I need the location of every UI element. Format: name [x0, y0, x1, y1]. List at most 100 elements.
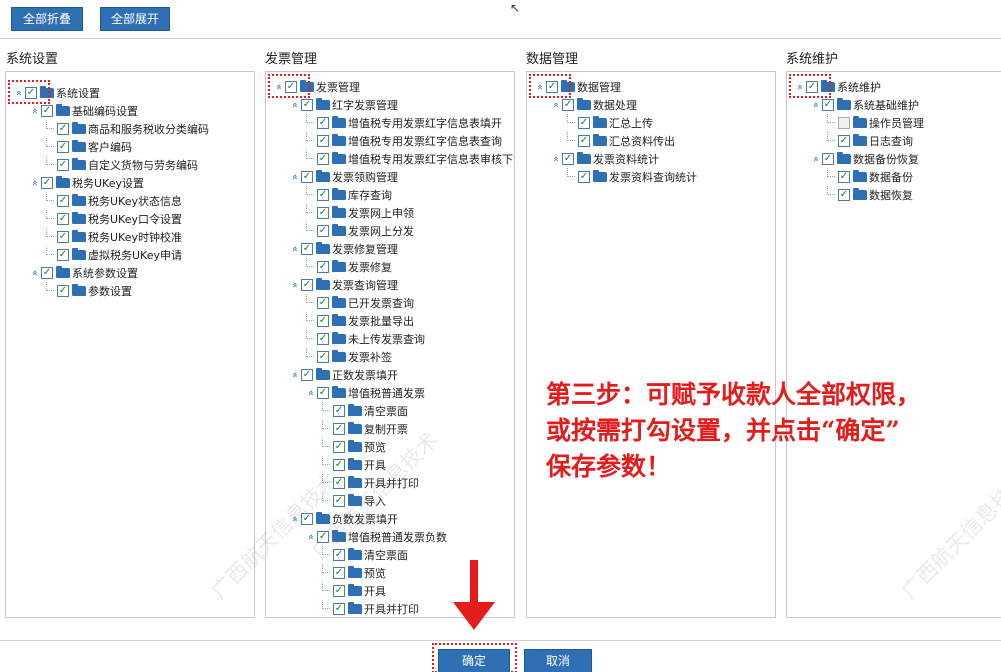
tree-node[interactable]: ✓ 商品和服务税收分类编码: [44, 120, 209, 138]
cancel-button[interactable]: 取消: [524, 649, 592, 672]
tree-node[interactable]: ✓ 操作员管理: [825, 114, 924, 132]
permission-checkbox[interactable]: ✓: [578, 171, 590, 183]
tree-node[interactable]: ✓ 已开发票查询: [304, 294, 414, 312]
tree-node[interactable]: «✓ 数据备份恢复: [809, 150, 919, 168]
tree-node[interactable]: ✓ 日志查询: [825, 132, 913, 150]
permission-checkbox[interactable]: ✓: [57, 231, 69, 243]
permission-checkbox[interactable]: ✓: [57, 159, 69, 171]
permission-checkbox[interactable]: ✓: [838, 189, 850, 201]
tree-node[interactable]: «✓ 发票修复管理: [288, 240, 398, 258]
tree-node[interactable]: ✓ 发票批量导出: [304, 312, 414, 330]
tree-node[interactable]: «✓ 系统参数设置: [28, 264, 138, 282]
permission-checkbox[interactable]: ✓: [317, 153, 329, 165]
permission-checkbox[interactable]: ✓: [317, 207, 329, 219]
permission-checkbox[interactable]: ✓: [317, 315, 329, 327]
collapse-toggle-icon[interactable]: «: [288, 279, 300, 291]
collapse-toggle-icon[interactable]: «: [28, 105, 40, 117]
collapse-toggle-icon[interactable]: «: [288, 243, 300, 255]
permission-checkbox[interactable]: ✓: [562, 99, 574, 111]
tree-node[interactable]: ✓ 税务UKey状态信息: [44, 192, 182, 210]
collapse-toggle-icon[interactable]: «: [304, 387, 316, 399]
permission-checkbox[interactable]: ✓: [301, 243, 313, 255]
permission-checkbox[interactable]: ✓: [57, 141, 69, 153]
tree-node[interactable]: «✓ 正数发票填开: [288, 366, 398, 384]
permission-checkbox[interactable]: ✓: [301, 99, 313, 111]
tree-node[interactable]: «✓ 发票领购管理: [288, 168, 398, 186]
collapse-toggle-icon[interactable]: «: [28, 267, 40, 279]
tree-node[interactable]: ✓ 开具并打印: [320, 600, 419, 617]
confirm-button[interactable]: 确定: [438, 649, 510, 672]
tree-node[interactable]: ✓ 参数设置: [44, 282, 132, 300]
tree-node[interactable]: ✓ 发票补签: [304, 348, 392, 366]
permission-checkbox[interactable]: ✓: [41, 105, 53, 117]
tree-node[interactable]: «✓ 税务UKey设置: [28, 174, 144, 192]
permission-checkbox[interactable]: ✓: [57, 285, 69, 297]
tree-node[interactable]: ✓ 增值税专用发票红字信息表填开: [304, 114, 502, 132]
tree-node[interactable]: ✓ 开具: [320, 582, 386, 600]
tree-node[interactable]: ✓ 虚拟税务UKey申请: [44, 246, 182, 264]
tree-node[interactable]: ✓ 增值税专用发票红字信息表审核下载: [304, 150, 514, 168]
permission-checkbox[interactable]: ✓: [333, 585, 345, 597]
permission-checkbox[interactable]: ✓: [317, 261, 329, 273]
permission-checkbox[interactable]: ✓: [333, 567, 345, 579]
permission-checkbox[interactable]: ✓: [333, 405, 345, 417]
tree-node[interactable]: ✓ 数据备份: [825, 168, 913, 186]
tree-node[interactable]: ✓ 发票网上申领: [304, 204, 414, 222]
tree-node[interactable]: ✓ 增值税专用发票红字信息表查询: [304, 132, 502, 150]
permission-checkbox[interactable]: ✓: [838, 117, 850, 129]
tree-node[interactable]: ✓ 库存查询: [304, 186, 392, 204]
tree-node[interactable]: ✓ 清空票面: [320, 402, 408, 420]
permission-checkbox[interactable]: ✓: [57, 123, 69, 135]
permission-checkbox[interactable]: ✓: [578, 135, 590, 147]
permission-checkbox[interactable]: ✓: [317, 387, 329, 399]
permission-checkbox[interactable]: ✓: [317, 117, 329, 129]
tree-node[interactable]: ✓ 汇总上传: [565, 114, 653, 132]
tree-node[interactable]: ✓ 客户编码: [44, 138, 132, 156]
tree-node[interactable]: ✓ 汇总资料传出: [565, 132, 675, 150]
tree-node[interactable]: ✓ 税务UKey时钟校准: [44, 228, 182, 246]
permission-checkbox[interactable]: ✓: [822, 153, 834, 165]
permission-checkbox[interactable]: ✓: [301, 279, 313, 291]
permission-checkbox[interactable]: ✓: [578, 117, 590, 129]
permission-checkbox[interactable]: ✓: [41, 177, 53, 189]
tree-node[interactable]: «✓ 发票资料统计: [549, 150, 659, 168]
collapse-toggle-icon[interactable]: «: [288, 99, 300, 111]
tree-node[interactable]: ✓ 预览: [320, 564, 386, 582]
permission-checkbox[interactable]: ✓: [333, 423, 345, 435]
collapse-all-button[interactable]: 全部折叠: [11, 7, 83, 31]
tree-node[interactable]: «✓ 增值税普通发票: [304, 384, 425, 402]
expand-all-button[interactable]: 全部展开: [100, 7, 170, 31]
tree-node[interactable]: «✓ 红字发票管理: [288, 96, 398, 114]
tree-node[interactable]: ✓ 未上传发票查询: [304, 330, 425, 348]
permission-checkbox[interactable]: ✓: [317, 297, 329, 309]
tree-node[interactable]: «✓ 基础编码设置: [28, 102, 138, 120]
tree-node[interactable]: «✓ 系统基础维护: [809, 96, 919, 114]
tree-node[interactable]: ✓ 数据恢复: [825, 186, 913, 204]
tree-node[interactable]: ✓ 发票资料查询统计: [565, 168, 697, 186]
permission-checkbox[interactable]: ✓: [317, 225, 329, 237]
collapse-toggle-icon[interactable]: «: [809, 99, 821, 111]
collapse-toggle-icon[interactable]: «: [288, 171, 300, 183]
permission-checkbox[interactable]: ✓: [317, 351, 329, 363]
tree-node[interactable]: ✓ 复制开票: [320, 420, 408, 438]
tree-node[interactable]: ✓ 税务UKey口令设置: [44, 210, 182, 228]
tree-node[interactable]: ✓ 发票网上分发: [304, 222, 414, 240]
permission-checkbox[interactable]: ✓: [57, 213, 69, 225]
collapse-toggle-icon[interactable]: «: [288, 369, 300, 381]
permission-checkbox[interactable]: ✓: [317, 333, 329, 345]
tree-node[interactable]: «✓ 发票查询管理: [288, 276, 398, 294]
collapse-toggle-icon[interactable]: «: [28, 177, 40, 189]
permission-checkbox[interactable]: ✓: [333, 441, 345, 453]
tree-node[interactable]: ✓ 预览: [320, 438, 386, 456]
permission-checkbox[interactable]: ✓: [317, 135, 329, 147]
collapse-toggle-icon[interactable]: «: [809, 153, 821, 165]
permission-checkbox[interactable]: ✓: [822, 99, 834, 111]
permission-checkbox[interactable]: ✓: [838, 171, 850, 183]
permission-checkbox[interactable]: ✓: [838, 135, 850, 147]
tree-node[interactable]: «✓ 数据处理: [549, 96, 637, 114]
permission-checkbox[interactable]: ✓: [562, 153, 574, 165]
permission-checkbox[interactable]: ✓: [333, 603, 345, 615]
permission-checkbox[interactable]: ✓: [301, 369, 313, 381]
collapse-toggle-icon[interactable]: «: [549, 99, 561, 111]
permission-checkbox[interactable]: ✓: [57, 195, 69, 207]
